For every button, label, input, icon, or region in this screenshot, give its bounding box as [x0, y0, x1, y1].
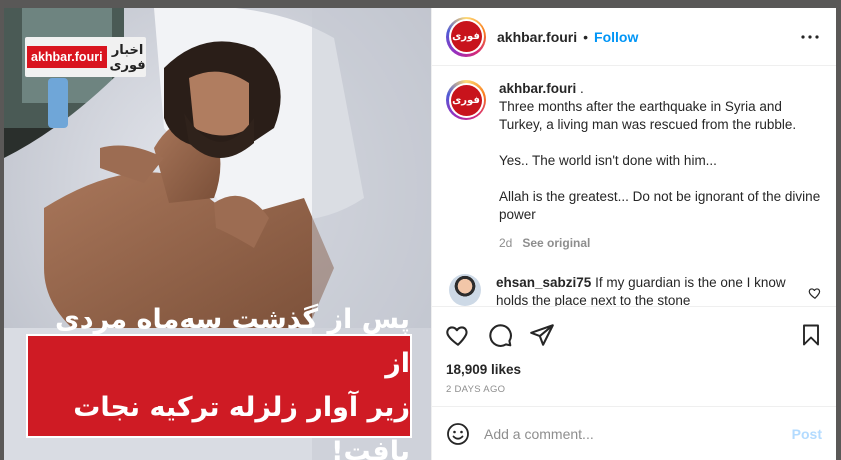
caption-suffix: .	[576, 81, 584, 96]
commenter-avatar[interactable]	[449, 274, 481, 306]
watermark-fa: اخبار فوری	[107, 42, 146, 72]
author-avatar[interactable]: فوری	[446, 16, 486, 57]
action-bar	[432, 306, 836, 362]
caption-username[interactable]: akhbar.fouri	[499, 81, 576, 96]
post-media[interactable]: akhbar.fouri اخبار فوری پس از گذشت سه‌ما…	[4, 8, 431, 460]
likes-count[interactable]: 18,909 likes	[432, 362, 836, 382]
caption-avatar[interactable]: فوری	[446, 80, 486, 120]
save-icon[interactable]	[799, 323, 823, 347]
channel-watermark: akhbar.fouri اخبار فوری	[25, 37, 146, 77]
add-comment-bar: Post	[432, 406, 836, 460]
banner-line-1: پس از گذشت سه‌ماه مردی از	[55, 304, 410, 379]
post-side-panel: فوری akhbar.fouri • Follow فوری akhbar.f…	[431, 8, 836, 460]
comments-section[interactable]: فوری akhbar.fouri . Three months after t…	[432, 66, 836, 306]
post-modal: akhbar.fouri اخبار فوری پس از گذشت سه‌ما…	[4, 8, 836, 460]
heart-icon[interactable]	[445, 322, 471, 348]
watermark-fa-line1: اخبار	[111, 42, 144, 57]
caption-age: 2d	[499, 236, 513, 250]
see-original-link[interactable]: See original	[522, 234, 590, 252]
share-icon[interactable]	[529, 322, 555, 348]
comment-input[interactable]	[484, 425, 792, 442]
caption-avatar-text: فوری	[450, 84, 482, 116]
comment-body: ehsan_sabzi75 If my guardian is the one …	[496, 274, 796, 306]
heart-small-icon[interactable]	[808, 286, 822, 300]
watermark-en: akhbar.fouri	[27, 46, 107, 68]
author-avatar-text: فوری	[450, 21, 482, 52]
author-username[interactable]: akhbar.fouri	[497, 29, 577, 45]
watermark-fa-line2: فوری	[109, 57, 146, 72]
banner-line-2: زیر آوار زلزله ترکیه نجات یافت!	[73, 392, 410, 460]
caption-body: akhbar.fouri . Three months after the ea…	[499, 80, 822, 252]
more-icon	[801, 34, 819, 39]
caption-meta: 2d See original	[499, 234, 822, 252]
header-separator: •	[583, 28, 589, 45]
comment-item: ehsan_sabzi75 If my guardian is the one …	[446, 274, 822, 306]
post-comment-button[interactable]: Post	[792, 426, 822, 442]
emoji-icon[interactable]	[446, 422, 470, 446]
post-header: فوری akhbar.fouri • Follow	[432, 8, 836, 66]
more-options-button[interactable]	[798, 25, 822, 49]
caption-text: Three months after the earthquake in Syr…	[499, 99, 821, 222]
caption: فوری akhbar.fouri . Three months after t…	[446, 80, 822, 252]
post-timestamp: 2 DAYS AGO	[446, 384, 506, 395]
backdrop-right	[836, 0, 841, 460]
commenter-username[interactable]: ehsan_sabzi75	[496, 275, 591, 290]
follow-button[interactable]: Follow	[594, 29, 638, 45]
headline-banner: پس از گذشت سه‌ماه مردی از زیر آوار زلزله…	[26, 304, 412, 460]
comment-icon[interactable]	[487, 322, 513, 348]
